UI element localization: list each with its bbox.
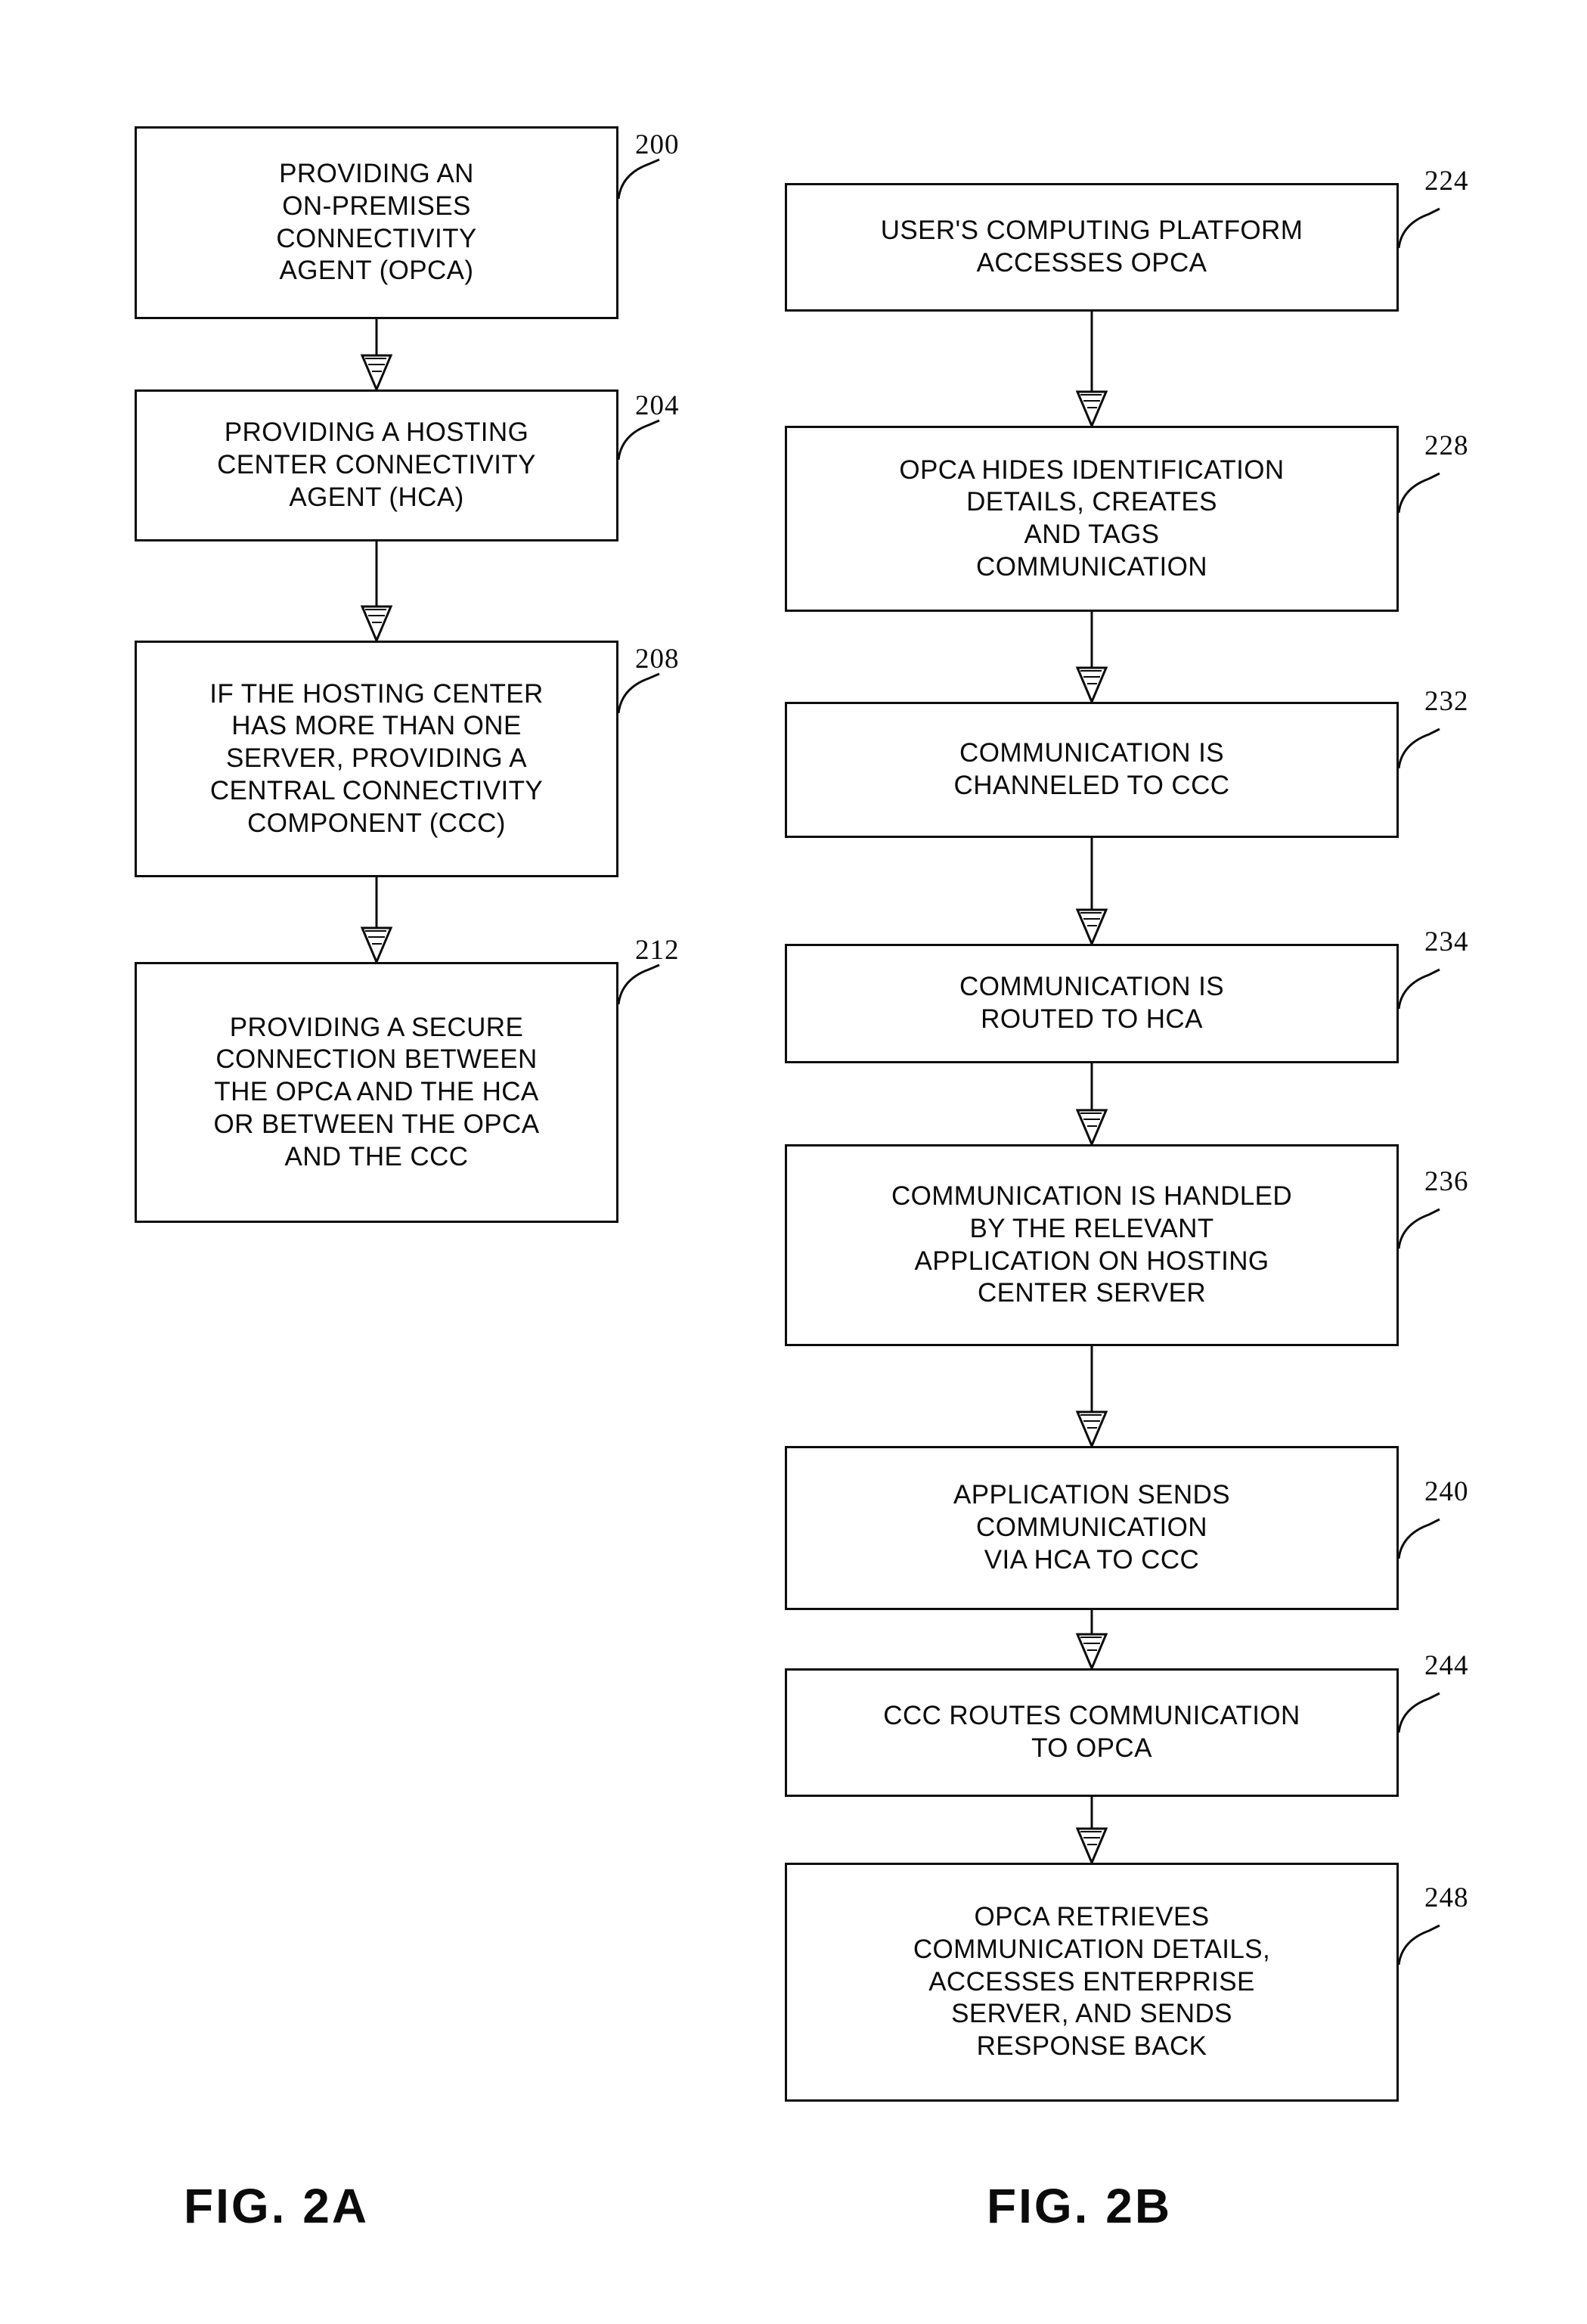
flow-box-204-text: PROVIDING A HOSTING CENTER CONNECTIVITY …	[217, 417, 536, 512]
flow-box-244: CCC ROUTES COMMUNICATION TO OPCA	[785, 1668, 1399, 1797]
reference-numeral-212: 212	[635, 935, 680, 966]
flow-box-240: APPLICATION SENDS COMMUNICATION VIA HCA …	[785, 1446, 1399, 1610]
reference-numeral-200: 200	[635, 129, 680, 160]
arrow-connector-208-to-212	[360, 877, 393, 962]
reference-numeral-208: 208	[635, 644, 680, 675]
arrow-connector-204-to-208	[360, 541, 393, 641]
arrow-connector-200-to-204	[360, 319, 393, 389]
reference-numeral-224: 224	[1424, 166, 1469, 197]
arrow-connector-240-to-244	[1075, 1610, 1108, 1668]
flow-box-248: OPCA RETRIEVES COMMUNICATION DETAILS, AC…	[785, 1863, 1399, 2102]
flow-box-234: COMMUNICATION IS ROUTED TO HCA	[785, 944, 1399, 1063]
reference-numeral-244: 244	[1424, 1650, 1469, 1681]
flow-box-208-text: IF THE HOSTING CENTER HAS MORE THAN ONE …	[209, 678, 544, 838]
flow-box-248-text: OPCA RETRIEVES COMMUNICATION DETAILS, AC…	[913, 1902, 1271, 2062]
flow-box-200-text: PROVIDING AN ON-PREMISES CONNECTIVITY AG…	[276, 159, 477, 286]
reference-numeral-240: 240	[1424, 1476, 1469, 1507]
flow-box-212: PROVIDING A SECURE CONNECTION BETWEEN TH…	[135, 962, 618, 1223]
arrow-connector-224-to-228	[1075, 312, 1108, 426]
figure-caption-2a: FIG. 2A	[184, 2179, 370, 2233]
arrow-connector-234-to-236	[1075, 1063, 1108, 1144]
flow-box-236-text: COMMUNICATION IS HANDLED BY THE RELEVANT…	[891, 1181, 1293, 1308]
flow-box-236: COMMUNICATION IS HANDLED BY THE RELEVANT…	[785, 1144, 1399, 1346]
arrow-connector-232-to-234	[1075, 838, 1108, 944]
reference-numeral-232: 232	[1424, 686, 1469, 717]
flow-box-200: PROVIDING AN ON-PREMISES CONNECTIVITY AG…	[135, 126, 618, 319]
figure-caption-2b: FIG. 2B	[987, 2179, 1173, 2233]
flow-box-228: OPCA HIDES IDENTIFICATION DETAILS, CREAT…	[785, 426, 1399, 612]
arrow-connector-244-to-248	[1075, 1797, 1108, 1863]
reference-numeral-248: 248	[1424, 1882, 1469, 1913]
patent-figure-sheet: PROVIDING AN ON-PREMISES CONNECTIVITY AG…	[0, 0, 1587, 2324]
reference-numeral-234: 234	[1424, 926, 1469, 957]
reference-numeral-228: 228	[1424, 430, 1469, 461]
reference-numeral-236: 236	[1424, 1166, 1469, 1197]
arrow-connector-228-to-232	[1075, 612, 1108, 702]
flow-box-234-text: COMMUNICATION IS ROUTED TO HCA	[959, 972, 1224, 1034]
flow-box-244-text: CCC ROUTES COMMUNICATION TO OPCA	[883, 1701, 1300, 1763]
arrow-connector-236-to-240	[1075, 1346, 1108, 1446]
flow-box-228-text: OPCA HIDES IDENTIFICATION DETAILS, CREAT…	[899, 455, 1285, 582]
flow-box-204: PROVIDING A HOSTING CENTER CONNECTIVITY …	[135, 389, 618, 541]
flow-box-232: COMMUNICATION IS CHANNELED TO CCC	[785, 702, 1399, 838]
flow-box-208: IF THE HOSTING CENTER HAS MORE THAN ONE …	[135, 641, 618, 877]
flow-box-212-text: PROVIDING A SECURE CONNECTION BETWEEN TH…	[213, 1012, 540, 1171]
flow-box-240-text: APPLICATION SENDS COMMUNICATION VIA HCA …	[953, 1480, 1230, 1575]
flow-box-224-text: USER'S COMPUTING PLATFORM ACCESSES OPCA	[880, 216, 1303, 278]
flow-box-224: USER'S COMPUTING PLATFORM ACCESSES OPCA	[785, 183, 1399, 312]
reference-numeral-204: 204	[635, 390, 680, 421]
flow-box-232-text: COMMUNICATION IS CHANNELED TO CCC	[953, 738, 1230, 800]
